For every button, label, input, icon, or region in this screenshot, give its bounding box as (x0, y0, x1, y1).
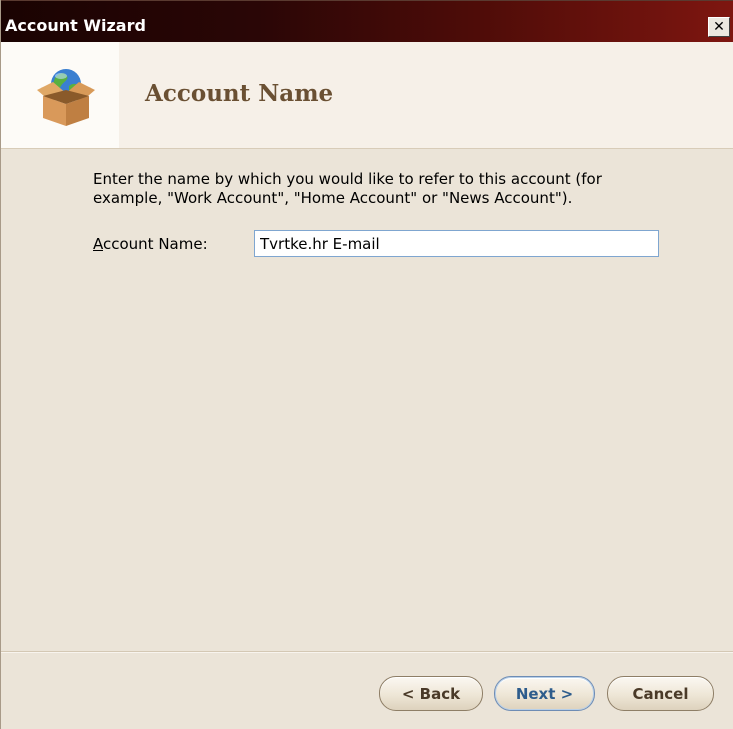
cancel-button[interactable]: Cancel (607, 676, 714, 711)
globe-in-box-icon (31, 60, 101, 130)
account-name-input[interactable] (254, 230, 659, 257)
wizard-header: Account Name (1, 42, 733, 148)
header-icon-panel (1, 42, 119, 148)
window-title: Account Wizard (5, 16, 146, 35)
footer-divider-highlight (1, 652, 733, 653)
account-wizard-window: Account Wizard ✕ Account Name Enter the … (0, 0, 733, 729)
title-bar[interactable]: Account Wizard ✕ (1, 0, 733, 42)
close-button[interactable]: ✕ (708, 17, 730, 37)
back-button[interactable]: < Back (379, 676, 483, 711)
header-divider (1, 148, 733, 149)
instructions-text: Enter the name by which you would like t… (93, 170, 602, 207)
account-name-label: Account Name: (93, 235, 208, 253)
next-button[interactable]: Next > (494, 676, 595, 711)
account-name-label-text: ccount Name: (103, 235, 208, 253)
title-bar-edge (1, 0, 733, 1)
account-name-accesskey: A (93, 235, 103, 253)
close-icon: ✕ (713, 19, 725, 35)
page-title: Account Name (145, 80, 334, 107)
